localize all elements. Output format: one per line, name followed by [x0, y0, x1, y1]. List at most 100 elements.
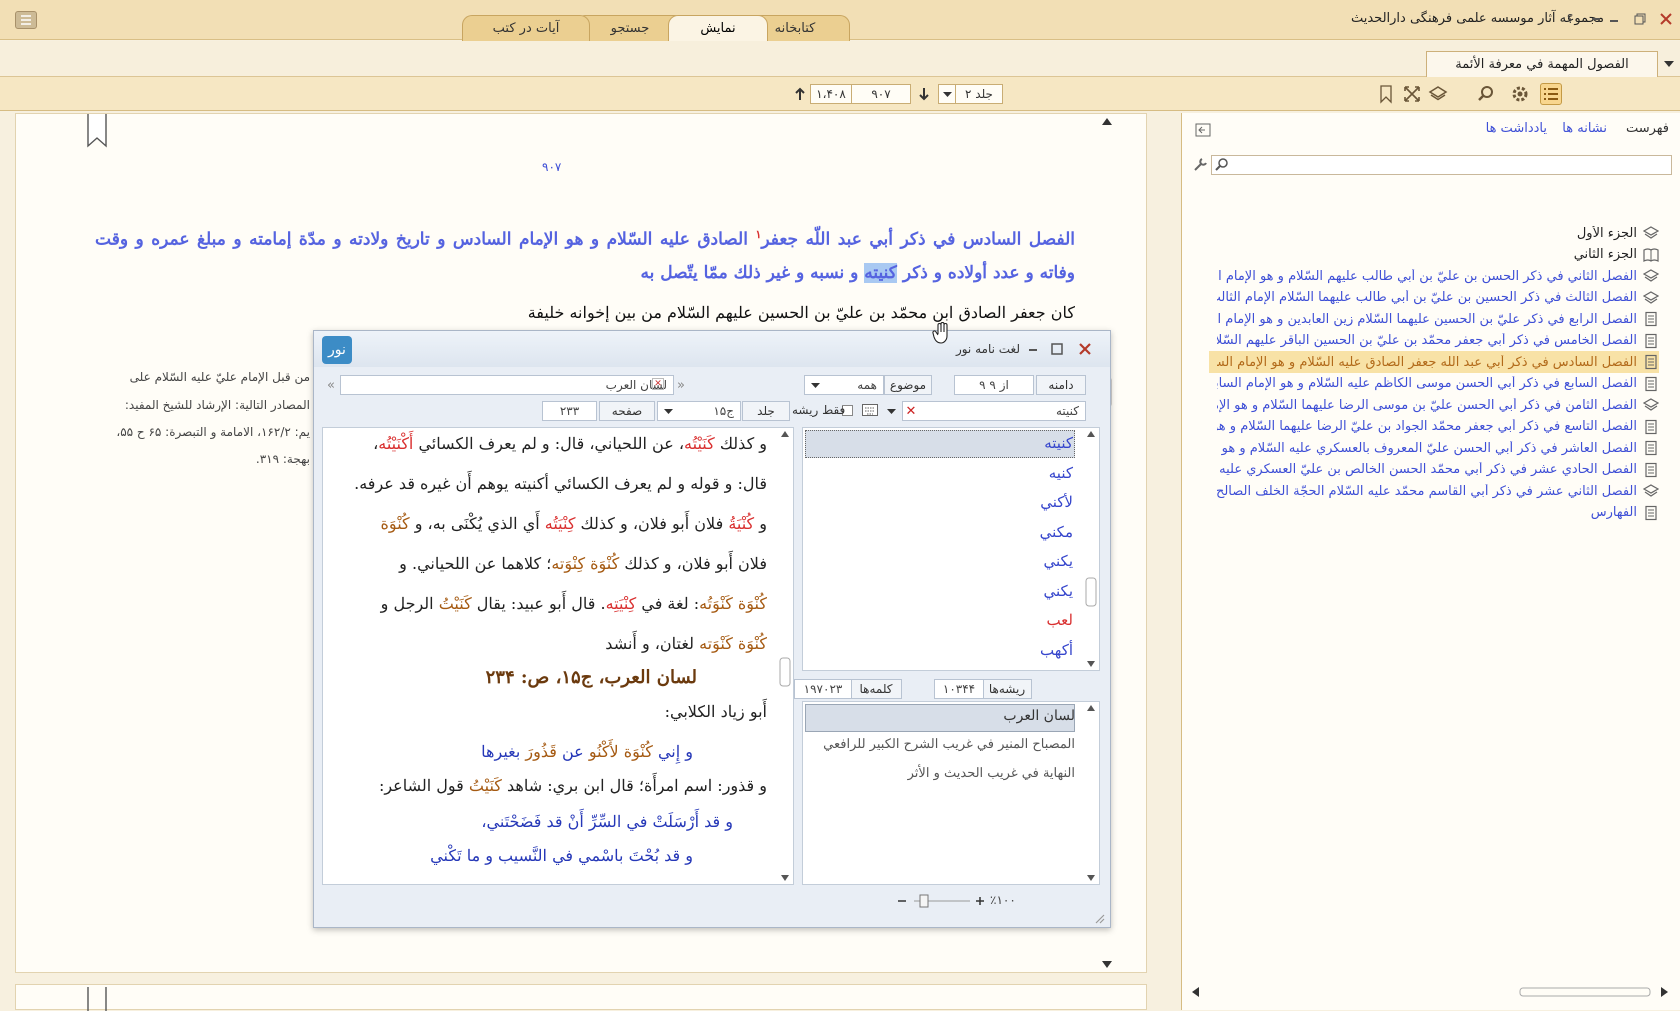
volume-field[interactable]: جلد ۲: [955, 84, 1003, 104]
chapter-title-text: الفصل السادس في ذكر أبي عبد اللّه جعفر: [761, 229, 1076, 250]
lexicon-line: و كُنْيَةُ فلان أَبو فلان، و كذلك كِنْيَ…: [380, 514, 767, 533]
bookmark-ribbon-icon[interactable]: [86, 114, 108, 148]
toc-part[interactable]: الجزء الثاني: [1574, 244, 1659, 266]
dictionary-item[interactable]: المصباح المنير في غريب الشرح الكبير للرا…: [823, 737, 1075, 752]
toc-item-label: الجزء الأول: [1576, 225, 1637, 241]
toc-item[interactable]: الفصل الحادي عشر في ذكر أبي محمّد الحسن …: [1217, 459, 1659, 481]
dictionary-list-scrollbar[interactable]: [1083, 702, 1099, 884]
toc-item[interactable]: الفصل السابع في ذكر أبي الحسن موسى الكاظ…: [1217, 373, 1659, 395]
restore-icon[interactable]: [1630, 9, 1650, 29]
document-icon: [1643, 354, 1659, 370]
search-icon[interactable]: [1476, 84, 1496, 104]
toc-item[interactable]: الفصل الخامس في ذكر أبي جعفر محمّد بن عل…: [1217, 330, 1659, 352]
page-number-field[interactable]: ۲۳۳: [542, 401, 597, 421]
close-icon[interactable]: [1656, 9, 1676, 29]
help-icon[interactable]: ؟: [1560, 9, 1580, 29]
toc-item-label: الفصل التاسع في ذكر أبي جعفر محمّد الجوا…: [1217, 419, 1637, 434]
word-item[interactable]: كنيته: [1044, 434, 1073, 452]
toc-item[interactable]: الفصل الثاني عشر في ذكر أبي القاسم محمّد…: [1217, 480, 1659, 502]
close-icon[interactable]: [1078, 342, 1092, 356]
toc-tree: الجزء الأول الجزء الثاني الفصل الثاني في ذ…: [1182, 163, 1680, 563]
tab-toc[interactable]: فهرست: [1626, 121, 1669, 136]
keyboard-icon[interactable]: [862, 404, 878, 416]
toc-item[interactable]: الفصل الثامن في ذكر أبي الحسن عليّ بن مو…: [1217, 394, 1659, 416]
word-item[interactable]: يكني: [1044, 552, 1074, 570]
word-item[interactable]: لعب: [1046, 611, 1073, 629]
body-text-line: كان جعفر الصادق ابن محمّد بن عليّ بن الح…: [527, 303, 1075, 322]
toc-part[interactable]: الجزء الأول: [1577, 222, 1659, 244]
word-list-scrollbar[interactable]: [1083, 428, 1099, 670]
next-page-icon[interactable]: [916, 85, 932, 103]
toc-horizontal-scrollbar[interactable]: [1190, 984, 1670, 1000]
word-search-value: کنیته: [1055, 404, 1079, 418]
footnote-line: من قبل الإمام عليّ عليه السّلام على: [129, 370, 310, 384]
fullscreen-icon[interactable]: [1402, 84, 1422, 104]
main-menu-button[interactable]: [15, 11, 37, 29]
topic-button[interactable]: موضوع: [884, 375, 932, 395]
word-item[interactable]: يكني: [1044, 582, 1074, 600]
toc-panel-header: فهرست نشانه ها یادداشت ها: [1182, 113, 1680, 145]
result-navigator[interactable]: ۹ از ۹: [954, 375, 1034, 395]
next-page-preview: [15, 984, 1147, 1011]
tab-verses-in-books[interactable]: آیات در کتب: [462, 15, 590, 41]
dialog-title-bar[interactable]: نور لغت نامه نور: [314, 331, 1110, 367]
tab-view[interactable]: نمایش: [668, 15, 768, 41]
volume-select[interactable]: ج۱۵: [657, 401, 741, 421]
forward-icon[interactable]: «: [322, 375, 340, 395]
document-icon: [1643, 505, 1659, 521]
clear-source-icon[interactable]: ✕: [652, 378, 664, 390]
settings-dots-icon[interactable]: [1586, 9, 1606, 29]
tab-notes[interactable]: یادداشت ها: [1486, 121, 1547, 136]
word-list[interactable]: كنيته كنيه لأكني مكني يكني يكني لعب أكهب: [802, 427, 1100, 671]
search-mode-dropdown-icon[interactable]: [882, 401, 900, 421]
source-book-field[interactable]: لسان العرب: [340, 375, 674, 395]
word-search-input[interactable]: کنیته: [902, 401, 1086, 421]
panel-toggle-icon[interactable]: [1195, 123, 1211, 137]
toc-item-label: الفهارس: [1590, 505, 1637, 520]
highlighted-word[interactable]: كنيته: [864, 262, 897, 283]
minimize-icon[interactable]: [1604, 9, 1624, 29]
word-item[interactable]: أكهب: [1040, 641, 1073, 659]
lexicon-scrollbar[interactable]: [777, 428, 793, 884]
toc-item-label: الفصل الخامس في ذكر أبي جعفر محمّد بن عل…: [1217, 333, 1637, 348]
dictionary-item[interactable]: لسان العرب: [1003, 708, 1075, 724]
toc-item[interactable]: الفصل السادس في ذكر أبي عبد اللّه جعفر ا…: [1209, 351, 1659, 373]
topic-select[interactable]: همه: [804, 375, 884, 395]
document-tabs-bar: الفصول المهمة في معرفة الأئمة: [0, 41, 1680, 77]
layers-icon[interactable]: [1428, 84, 1448, 104]
resize-grip-icon[interactable]: [1092, 911, 1106, 925]
toc-item[interactable]: الفصل الثالث في ذكر الحسين بن عليّ بن أب…: [1217, 287, 1659, 309]
word-item[interactable]: لأكني: [1040, 493, 1073, 511]
root-only-label: فقط ریشه: [792, 403, 846, 417]
word-item[interactable]: كنيه: [1049, 464, 1073, 482]
scope-button[interactable]: دامنه: [1036, 375, 1086, 395]
dictionary-item[interactable]: النهاية في غريب الحديث و الأثر: [908, 766, 1075, 781]
volume-dropdown-icon[interactable]: [938, 84, 956, 104]
dictionary-list[interactable]: لسان العرب المصباح المنير في غريب الشرح …: [802, 701, 1100, 885]
toc-item[interactable]: الفصل الرابع في ذكر عليّ بن الحسين عليهم…: [1217, 308, 1659, 330]
lexicon-text-pane[interactable]: و كذلك كَنَيْتُه، عن اللحياني، قال: و لم…: [322, 427, 794, 885]
toc-item[interactable]: الفصل العاشر في ذكر أبي الحسن عليّ المعر…: [1217, 437, 1659, 459]
document-icon: [1643, 440, 1659, 456]
maximize-icon[interactable]: [1050, 342, 1064, 356]
toc-item[interactable]: الفصل التاسع في ذكر أبي جعفر محمّد الجوا…: [1217, 416, 1659, 438]
word-item[interactable]: مكني: [1040, 523, 1073, 541]
minimize-icon[interactable]: [1026, 342, 1040, 356]
back-icon[interactable]: »: [672, 375, 690, 395]
lexicon-line: و كذلك كَنَيْتُه، عن اللحياني، قال: و لم…: [373, 434, 767, 453]
clear-search-icon[interactable]: ✕: [904, 404, 918, 419]
toc-item[interactable]: الفصل الثاني في ذكر الحسن بن عليّ بن أبي…: [1217, 265, 1659, 287]
bookmark-outline-icon[interactable]: [1376, 84, 1396, 104]
lexicon-line: كُنْوَة كَنْوَتُه: لغة في كِنْيَتِه. قال…: [380, 594, 767, 613]
toc-item-label: الفصل الثامن في ذكر أبي الحسن عليّ بن مو…: [1217, 397, 1637, 413]
page-number-field[interactable]: ۹۰۷: [851, 84, 911, 104]
document-tab[interactable]: الفصول المهمة في معرفة الأئمة: [1426, 51, 1658, 77]
gear-icon[interactable]: [1510, 84, 1530, 104]
tab-bookmarks[interactable]: نشانه ها: [1562, 121, 1607, 136]
list-view-icon[interactable]: [1540, 83, 1562, 105]
open-book-icon: [1643, 247, 1659, 263]
previous-page-icon[interactable]: [792, 85, 808, 103]
page-label: صفحه: [599, 401, 655, 421]
toc-item[interactable]: الفهارس: [1591, 502, 1659, 524]
tab-list-chevron-icon[interactable]: [1660, 53, 1678, 75]
